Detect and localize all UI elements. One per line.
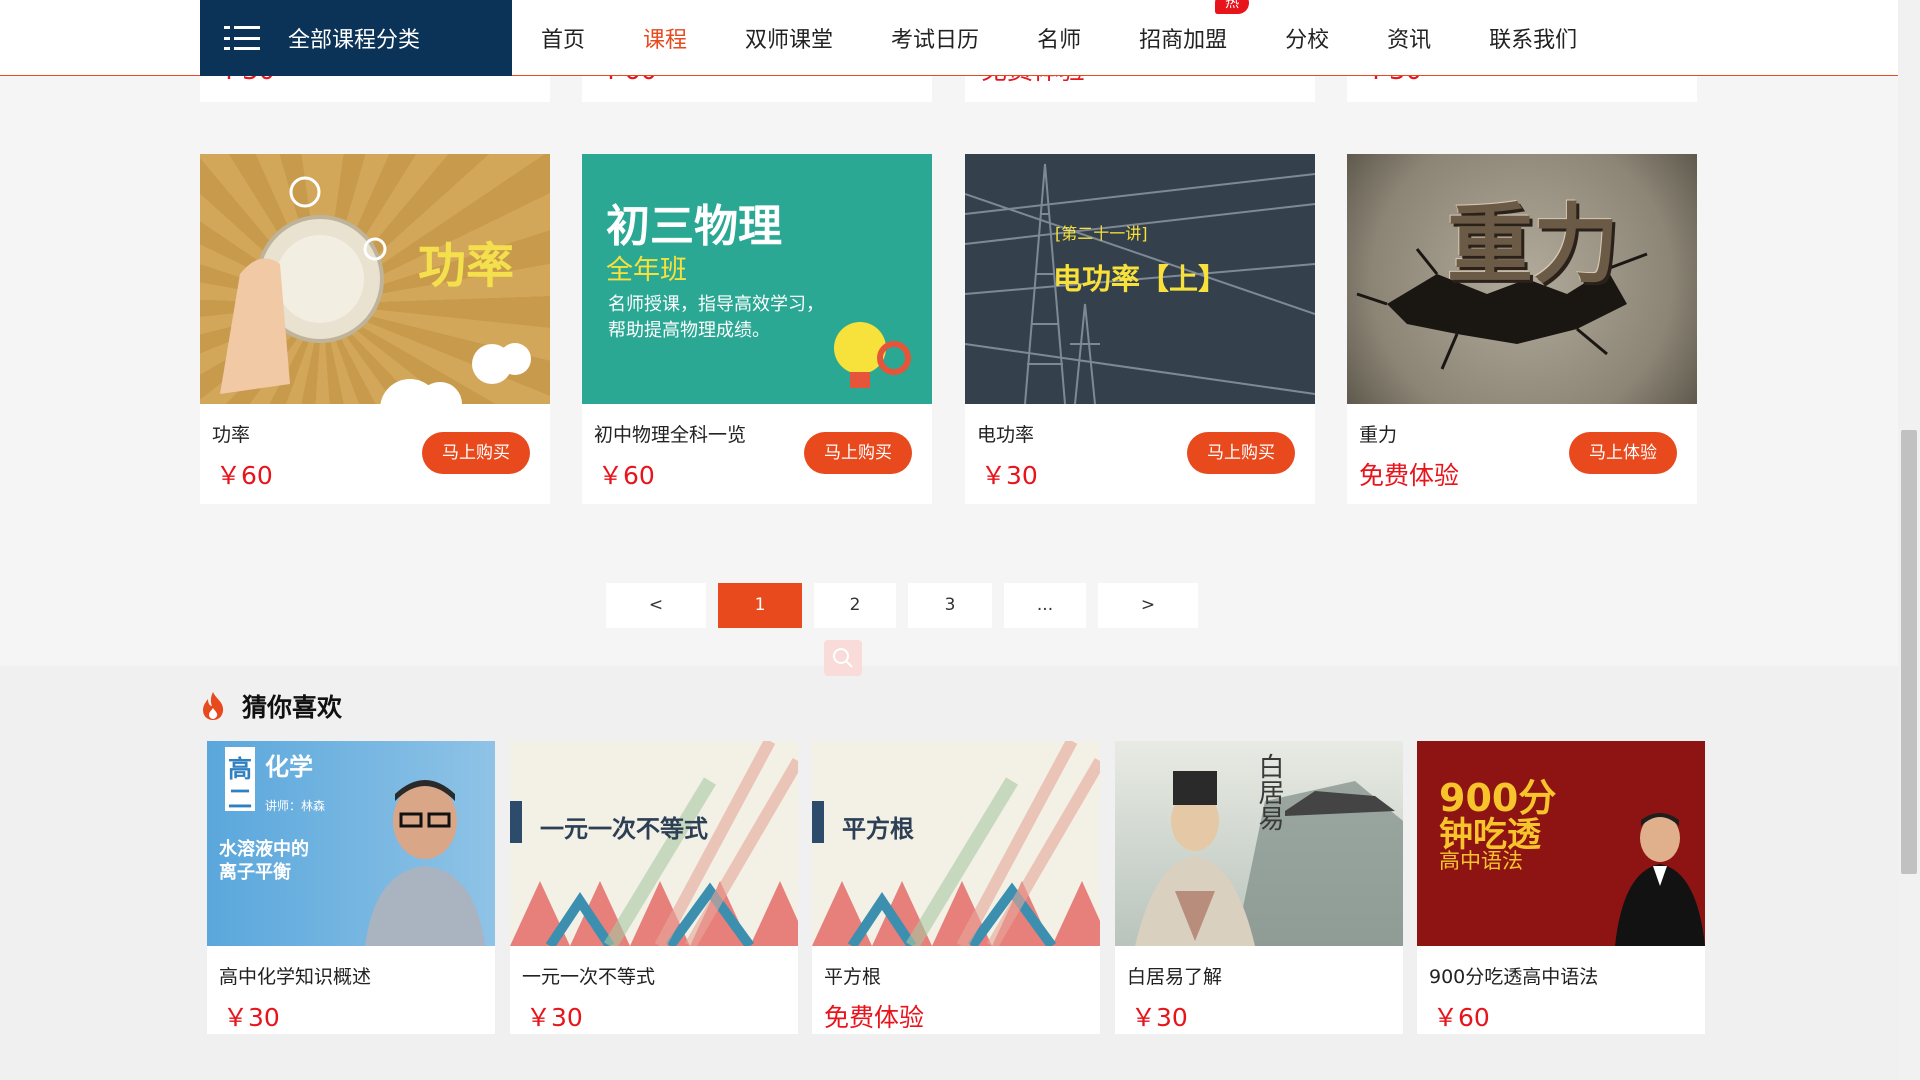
nav-contact[interactable]: 联系我们 — [1489, 22, 1577, 54]
recommend-price: ￥30 — [1131, 1003, 1188, 1032]
recommend-card[interactable]: 平方根 平方根 免费体验 — [812, 741, 1100, 1034]
lightbulb-icon — [834, 322, 911, 388]
thumbnail-subtitle: 高中语法 — [1439, 849, 1523, 873]
course-card[interactable]: 功率 功率 ￥60 马上购买 — [200, 154, 550, 504]
course-thumbnail[interactable]: 功率 — [200, 154, 550, 404]
thumbnail-title: 重力 — [1447, 195, 1619, 295]
thumbnail-title: 功率 — [418, 238, 515, 294]
course-title[interactable]: 重力 — [1359, 420, 1397, 447]
thumbnail-title: 初三物理 — [606, 201, 782, 252]
thumbnail-title: 电功率【上】 — [1053, 262, 1228, 296]
buy-now-button[interactable]: 马上购买 — [422, 432, 530, 474]
recommend-price: 免费体验 — [824, 1003, 925, 1032]
recommend-price: ￥30 — [223, 1003, 280, 1032]
recommend-header: 猜你喜欢 — [200, 688, 342, 724]
course-thumbnail[interactable]: 初三物理 全年班 名师授课，指导高效学习， 帮助提高物理成绩。 — [582, 154, 932, 404]
thumbnail-lecture: [第二十一讲] — [1055, 224, 1148, 243]
main-nav: 首页 课程 双师课堂 考试日历 名师 招商加盟 热 分校 资讯 联系我们 — [512, 0, 1606, 76]
course-price: ￥30 — [981, 461, 1038, 490]
nav-dual-teacher[interactable]: 双师课堂 — [745, 22, 833, 54]
nav-franchise-label: 招商加盟 — [1139, 28, 1228, 53]
page-scrollbar[interactable] — [1898, 0, 1920, 1080]
recommend-price: ￥60 — [1433, 1003, 1490, 1032]
course-title[interactable]: 功率 — [212, 420, 250, 447]
all-categories-label: 全部课程分类 — [288, 28, 421, 53]
recommend-title[interactable]: 高中化学知识概述 — [219, 962, 371, 989]
thumbnail-topic: 离子平衡 — [219, 862, 291, 883]
course-thumbnail[interactable]: [第二十一讲] 电功率【上】 — [965, 154, 1315, 404]
nav-courses[interactable]: 课程 — [643, 22, 687, 54]
recommend-title[interactable]: 白居易了解 — [1127, 962, 1222, 989]
nav-branches[interactable]: 分校 — [1285, 22, 1329, 54]
recommend-thumbnail[interactable]: 高 二 化学 讲师：林森 水溶液中的 离子平衡 — [207, 741, 495, 946]
all-categories-button[interactable]: 全部课程分类 — [200, 0, 512, 76]
page-ellipsis: ... — [1004, 583, 1086, 628]
buy-now-button[interactable]: 马上购买 — [1187, 432, 1295, 474]
prev-page-button[interactable]: < — [606, 583, 706, 628]
thumbnail-title: 白居易 — [1254, 753, 1284, 831]
recommend-thumbnail[interactable]: 一元一次不等式 — [510, 741, 798, 946]
recommend-card[interactable]: 白居易 白居易了解 ￥30 — [1115, 741, 1403, 1034]
scrollbar-thumb[interactable] — [1901, 430, 1917, 874]
recommend-price: ￥30 — [526, 1003, 583, 1032]
top-navigation: 全部课程分类 首页 课程 双师课堂 考试日历 名师 招商加盟 热 分校 资讯 联… — [0, 0, 1898, 76]
course-thumbnail[interactable]: 重力 — [1347, 154, 1697, 404]
thumbnail-title: 平方根 — [842, 815, 914, 843]
thumbnail-subject: 化学 — [265, 753, 313, 781]
course-price: ￥60 — [216, 461, 273, 490]
recommend-title[interactable]: 900分吃透高中语法 — [1429, 962, 1598, 989]
recommend-card[interactable]: 一元一次不等式 一元一次不等式 ￥30 — [510, 741, 798, 1034]
recommend-card[interactable]: 高 二 化学 讲师：林森 水溶液中的 离子平衡 高中化学知识概述 ￥30 — [207, 741, 495, 1034]
thumbnail-desc: 帮助提高物理成绩。 — [608, 320, 770, 341]
recommend-heading: 猜你喜欢 — [242, 693, 343, 722]
buy-now-button[interactable]: 马上购买 — [804, 432, 912, 474]
menu-icon — [224, 26, 260, 50]
nav-news[interactable]: 资讯 — [1387, 22, 1431, 54]
recommend-thumbnail[interactable]: 900分 钟吃透 高中语法 — [1417, 741, 1705, 946]
course-price: ￥60 — [598, 461, 655, 490]
course-card[interactable]: 重力 重力 免费体验 马上体验 — [1347, 154, 1697, 504]
course-card[interactable]: 初三物理 全年班 名师授课，指导高效学习， 帮助提高物理成绩。 初中物理全科一览… — [582, 154, 932, 504]
thumbnail-grade: 二 — [228, 785, 252, 813]
nav-home[interactable]: 首页 — [541, 22, 585, 54]
recommend-thumbnail[interactable]: 白居易 — [1115, 741, 1403, 946]
course-title[interactable]: 电功率 — [977, 420, 1034, 447]
try-now-button[interactable]: 马上体验 — [1569, 432, 1677, 474]
search-icon — [833, 648, 853, 668]
nav-teachers[interactable]: 名师 — [1037, 22, 1081, 54]
recommend-title[interactable]: 一元一次不等式 — [522, 962, 655, 989]
teacher-photo — [1615, 813, 1705, 946]
thumbnail-subtitle: 全年班 — [606, 255, 687, 286]
fire-icon — [203, 692, 224, 720]
recommend-thumbnail[interactable]: 平方根 — [812, 741, 1100, 946]
next-page-button[interactable]: > — [1098, 583, 1198, 628]
course-title[interactable]: 初中物理全科一览 — [594, 420, 746, 447]
nav-exam-calendar[interactable]: 考试日历 — [891, 22, 979, 54]
course-card[interactable]: [第二十一讲] 电功率【上】 电功率 ￥30 马上购买 — [965, 154, 1315, 504]
recommend-card[interactable]: 900分 钟吃透 高中语法 900分吃透高中语法 ￥60 — [1417, 741, 1705, 1034]
teacher-photo — [365, 780, 485, 946]
nav-franchise[interactable]: 招商加盟 热 — [1139, 0, 1250, 54]
thumbnail-title: 一元一次不等式 — [540, 815, 708, 843]
thumbnail-teacher: 讲师：林森 — [265, 799, 326, 813]
thumbnail-desc: 名师授课，指导高效学习， — [608, 294, 824, 315]
search-button[interactable] — [824, 640, 862, 676]
course-price: 免费体验 — [1359, 461, 1460, 490]
hot-badge: 热 — [1215, 0, 1250, 14]
recommend-title[interactable]: 平方根 — [824, 962, 881, 989]
page-button[interactable]: 1 — [718, 583, 802, 628]
page-button[interactable]: 3 — [908, 583, 992, 628]
page-button[interactable]: 2 — [814, 583, 896, 628]
